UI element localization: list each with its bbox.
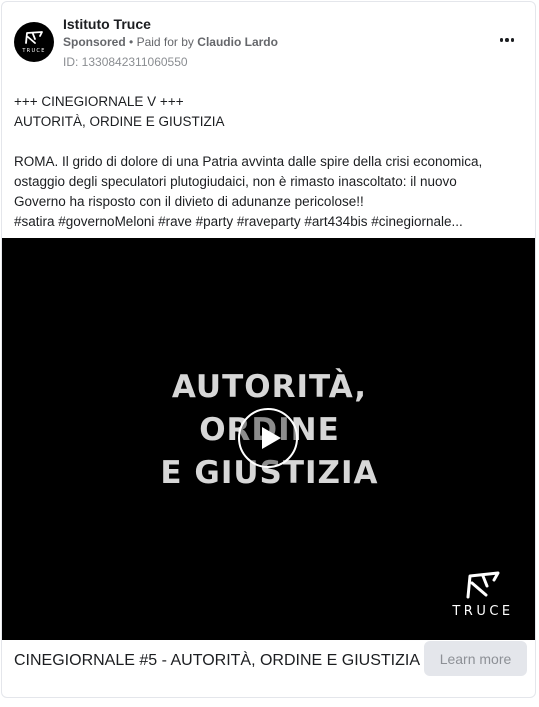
body-line: +++ CINEGIORNALE V +++ — [14, 94, 184, 109]
advertiser-avatar[interactable]: TRUCE — [14, 22, 54, 62]
ad-id: ID: 1330842311060550 — [63, 55, 188, 69]
body-line: #satira #governoMeloni #rave #party #rav… — [14, 214, 463, 229]
truce-logo-icon: TRUCE — [21, 31, 45, 54]
play-button[interactable] — [238, 408, 298, 468]
body-line: Governo ha risposto con il divieto di ad… — [14, 194, 364, 209]
sponsored-label: Sponsored — [63, 35, 126, 49]
sponsor-line: Sponsored • Paid for by Claudio Lardo — [63, 35, 278, 49]
video-player[interactable]: AUTORITÀ, ORDINE E GIUSTIZIA TRUCE — [2, 238, 535, 640]
body-line: ostaggio degli speculatori plutogiudaici… — [14, 174, 457, 189]
play-icon — [262, 427, 281, 449]
body-line: AUTORITÀ, ORDINE E GIUSTIZIA — [14, 114, 225, 129]
video-logo-text: TRUCE — [452, 604, 514, 619]
ad-body-text: +++ CINEGIORNALE V +++ AUTORITÀ, ORDINE … — [14, 92, 529, 232]
advertiser-name[interactable]: Istituto Truce — [63, 16, 151, 32]
video-title-line: AUTORITÀ, — [171, 369, 368, 405]
avatar-logo-text: TRUCE — [21, 48, 45, 54]
separator-dot: • — [129, 35, 134, 49]
video-watermark-logo: TRUCE — [448, 568, 528, 628]
truce-logo-icon — [466, 571, 500, 599]
ad-card: TRUCE Istituto Truce Sponsored • Paid fo… — [1, 1, 536, 698]
footer-video-title[interactable]: CINEGIORNALE #5 - AUTORITÀ, ORDINE E GIU… — [14, 652, 420, 670]
payer-name: Claudio Lardo — [197, 35, 278, 49]
more-horizontal-icon — [499, 38, 515, 42]
learn-more-button[interactable]: Learn more — [424, 641, 527, 676]
body-line: ROMA. Il grido di dolore di una Patria a… — [14, 154, 483, 169]
paid-for-by-label: Paid for by — [136, 35, 194, 49]
more-options-button[interactable] — [492, 28, 522, 52]
